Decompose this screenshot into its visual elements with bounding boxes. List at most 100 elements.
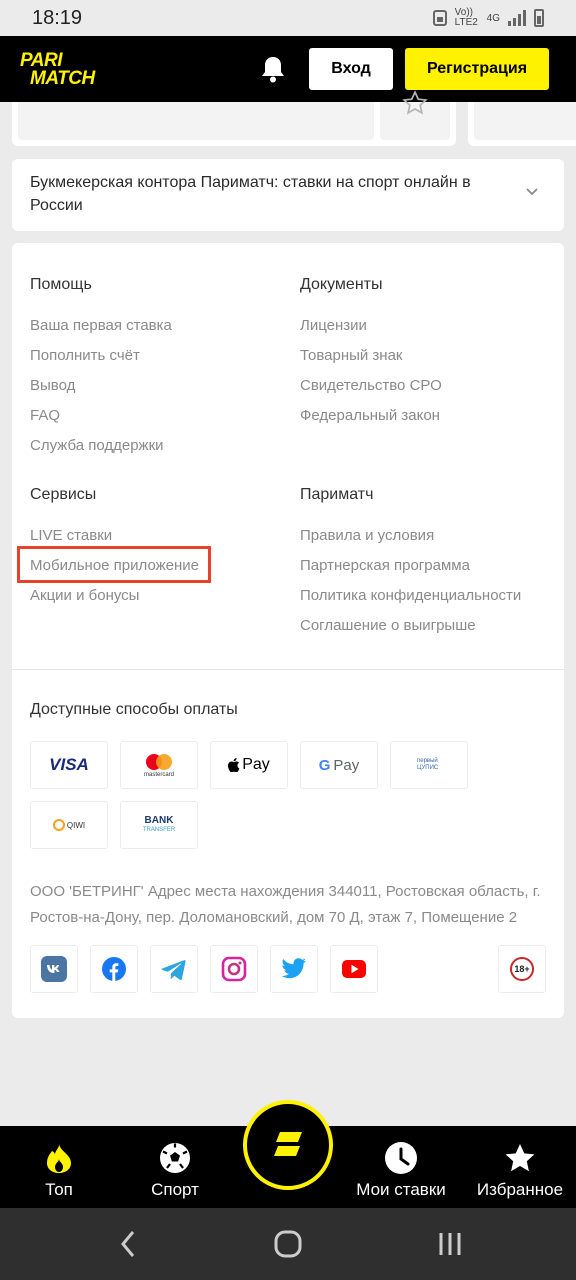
telegram-icon bbox=[161, 960, 186, 980]
qiwi-text: QIWI bbox=[66, 820, 86, 830]
network-label-1: Vo)) LTE2 bbox=[454, 7, 478, 28]
apple-pay-text: Pay bbox=[242, 756, 270, 773]
company-address: ООО 'БЕТРИНГ' Адрес места нахождения 344… bbox=[30, 883, 541, 926]
back-icon bbox=[121, 1231, 135, 1257]
qiwi-icon bbox=[52, 819, 65, 831]
parimatch-mark-icon bbox=[274, 1132, 302, 1156]
recents-button[interactable] bbox=[434, 1228, 466, 1260]
link-promotions[interactable]: Акции и бонусы bbox=[30, 581, 199, 611]
nav-top[interactable]: Топ bbox=[28, 1126, 90, 1208]
network-label-2: 4G bbox=[486, 12, 500, 24]
divider bbox=[12, 669, 564, 670]
age-text: 18+ bbox=[514, 964, 530, 974]
login-button[interactable]: Вход bbox=[309, 48, 393, 90]
documents-column: Документы Лицензии Товарный знак Свидете… bbox=[300, 273, 442, 431]
nav-top-label: Топ bbox=[45, 1180, 73, 1199]
system-navigation-bar bbox=[0, 1208, 576, 1280]
cupis-text-2: ЦУПИС bbox=[417, 765, 439, 771]
app-header: PARI MATCH Вход Регистрация bbox=[0, 36, 576, 102]
quick-bet-button[interactable] bbox=[243, 1100, 333, 1190]
event-card[interactable] bbox=[468, 102, 576, 146]
cupis-text-1: первый bbox=[417, 758, 438, 764]
link-winnings-agreement[interactable]: Соглашение о выигрыше bbox=[300, 611, 521, 641]
link-faq[interactable]: FAQ bbox=[30, 401, 172, 431]
link-licenses[interactable]: Лицензии bbox=[300, 311, 442, 341]
nav-sport-label: Спорт bbox=[151, 1180, 199, 1199]
logo-line-2: MATCH bbox=[30, 68, 95, 89]
battery-icon bbox=[534, 9, 544, 27]
nav-my-bets[interactable]: Мои ставки bbox=[354, 1126, 448, 1208]
parimatch-title: Париматч bbox=[300, 486, 374, 503]
link-support[interactable]: Служба поддержки bbox=[30, 431, 172, 461]
cupis-logo: первый ЦУПИС bbox=[390, 741, 468, 789]
chevron-down-icon[interactable] bbox=[524, 183, 540, 199]
twitter-link[interactable] bbox=[270, 945, 318, 993]
age-restriction-badge: 18+ bbox=[498, 945, 546, 993]
nav-sport[interactable]: Спорт bbox=[140, 1126, 210, 1208]
google-pay-logo: G Pay bbox=[300, 741, 378, 789]
qiwi-logo: QIWI bbox=[30, 801, 108, 849]
services-title: Сервисы bbox=[30, 486, 97, 503]
link-first-bet[interactable]: Ваша первая ставка bbox=[30, 311, 172, 341]
visa-text: VISA bbox=[49, 755, 89, 774]
back-button[interactable] bbox=[112, 1228, 144, 1260]
help-column: Помощь Ваша первая ставка Пополнить счёт… bbox=[30, 273, 172, 461]
storage-icon bbox=[432, 10, 447, 26]
link-withdrawal[interactable]: Вывод bbox=[30, 371, 172, 401]
seo-title: Букмекерская контора Париматч: ставки на… bbox=[30, 174, 471, 214]
bell-icon[interactable] bbox=[258, 54, 288, 84]
vk-icon bbox=[41, 956, 67, 982]
google-pay-text: Pay bbox=[333, 756, 360, 774]
parimatch-logo[interactable]: PARI MATCH bbox=[16, 49, 136, 89]
star-outline-icon[interactable] bbox=[402, 90, 428, 116]
facebook-icon bbox=[102, 957, 126, 981]
apple-pay-logo: Pay bbox=[210, 741, 288, 789]
link-privacy[interactable]: Политика конфиденциальности bbox=[300, 581, 521, 611]
vk-link[interactable] bbox=[30, 945, 78, 993]
mastercard-icon bbox=[146, 753, 172, 770]
mastercard-logo: mastercard bbox=[120, 741, 198, 789]
clock-icon bbox=[385, 1142, 417, 1174]
visa-logo: VISA bbox=[30, 741, 108, 789]
bank-transfer-logo: BANK TRANSFER bbox=[120, 801, 198, 849]
twitter-icon bbox=[281, 958, 306, 979]
mastercard-text: mastercard bbox=[143, 771, 174, 778]
highlight-box bbox=[17, 546, 211, 583]
event-card[interactable] bbox=[12, 90, 456, 146]
home-icon bbox=[274, 1230, 302, 1258]
nav-favorites[interactable]: Избранное bbox=[472, 1126, 568, 1208]
facebook-link[interactable] bbox=[90, 945, 138, 993]
seo-accordion[interactable]: Букмекерская контора Париматч: ставки на… bbox=[12, 159, 564, 231]
soccer-ball-icon bbox=[160, 1143, 190, 1173]
register-button[interactable]: Регистрация bbox=[405, 48, 549, 90]
link-sro-certificate[interactable]: Свидетельство СРО bbox=[300, 371, 442, 401]
youtube-link[interactable] bbox=[330, 945, 378, 993]
age-18-icon: 18+ bbox=[510, 957, 534, 981]
home-button[interactable] bbox=[272, 1228, 304, 1260]
recents-icon bbox=[439, 1233, 461, 1255]
link-affiliate[interactable]: Партнерская программа bbox=[300, 551, 521, 581]
star-icon bbox=[505, 1144, 535, 1172]
link-federal-law[interactable]: Федеральный закон bbox=[300, 401, 442, 431]
google-g-text: G bbox=[318, 756, 331, 774]
youtube-icon bbox=[342, 960, 366, 978]
telegram-link[interactable] bbox=[150, 945, 198, 993]
bank-text: BANK bbox=[144, 815, 174, 826]
status-icons: Vo)) LTE2 4G bbox=[432, 7, 544, 28]
flame-icon bbox=[47, 1143, 71, 1173]
parimatch-column: Париматч Правила и условия Партнерская п… bbox=[300, 483, 521, 641]
link-trademark[interactable]: Товарный знак bbox=[300, 341, 442, 371]
nav-my-bets-label: Мои ставки bbox=[356, 1180, 446, 1199]
documents-title: Документы bbox=[300, 276, 383, 293]
instagram-link[interactable] bbox=[210, 945, 258, 993]
instagram-icon bbox=[221, 956, 247, 982]
link-terms[interactable]: Правила и условия bbox=[300, 521, 521, 551]
signal-icon bbox=[508, 10, 526, 26]
link-deposit[interactable]: Пополнить счёт bbox=[30, 341, 172, 371]
transfer-text: TRANSFER bbox=[142, 827, 176, 833]
status-bar: 18:19 Vo)) LTE2 4G bbox=[0, 0, 576, 36]
help-title: Помощь bbox=[30, 276, 92, 293]
nav-favorites-label: Избранное bbox=[476, 1180, 564, 1199]
apple-icon bbox=[228, 758, 240, 772]
status-time: 18:19 bbox=[32, 6, 83, 29]
